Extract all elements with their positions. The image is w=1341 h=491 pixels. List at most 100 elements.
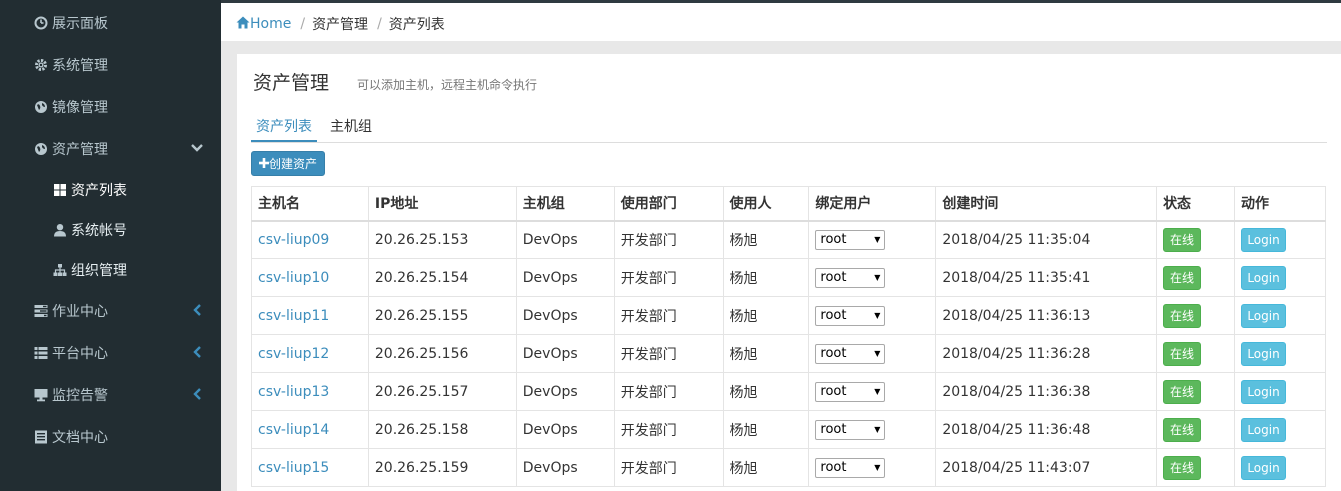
breadcrumb-home[interactable]: Home xyxy=(236,16,291,33)
status-badge: 在线 xyxy=(1163,455,1202,480)
asset-table: 主机名 IP地址 主机组 使用部门 使用人 绑定用户 创建时间 状态 动作 cs… xyxy=(251,186,1326,487)
tab-host-group[interactable]: 主机组 xyxy=(330,116,372,142)
sidebar-item-label: 系统管理 xyxy=(52,58,108,74)
cell-action: Login xyxy=(1234,296,1326,335)
sidebar-item-label: 平台中心 xyxy=(52,346,108,362)
bind-user-value: root xyxy=(820,232,847,248)
page-title: 资产管理 xyxy=(253,72,330,94)
login-button[interactable]: Login xyxy=(1241,303,1286,328)
bind-user-value: root xyxy=(820,384,847,399)
dropdown-arrow-icon: ▼ xyxy=(874,235,881,245)
hostname-link[interactable]: csv-liup13 xyxy=(258,384,329,400)
cell-ip: 20.26.25.155 xyxy=(367,296,517,335)
hostname-link[interactable]: csv-liup11 xyxy=(258,308,329,324)
cell-bind-user: root ▼ xyxy=(808,372,937,411)
hostname-link[interactable]: csv-liup09 xyxy=(258,232,329,248)
cell-status: 在线 xyxy=(1156,220,1235,259)
bind-user-select[interactable]: root ▼ xyxy=(815,343,886,364)
cell-group: DevOps xyxy=(515,258,615,297)
sidebar-item-label: 文档中心 xyxy=(52,430,108,446)
breadcrumb-separator: / xyxy=(300,16,306,32)
status-badge: 在线 xyxy=(1163,341,1202,366)
bind-user-value: root xyxy=(820,308,847,323)
sidebar-item-label: 作业中心 xyxy=(52,304,108,320)
monitor-icon xyxy=(34,388,48,402)
cell-created: 2018/04/25 11:35:04 xyxy=(935,220,1158,259)
cell-department: 开发部门 xyxy=(613,334,724,373)
status-badge: 在线 xyxy=(1163,265,1202,290)
sidebar-item-jobs[interactable]: 作业中心 xyxy=(0,290,221,332)
sidebar-item-dashboard[interactable]: 展示面板 xyxy=(0,2,221,44)
bind-user-value: root xyxy=(820,270,847,285)
table-row: csv-liup11 20.26.25.155 DevOps 开发部门 杨旭 r… xyxy=(251,296,1326,335)
sidebar-item-assets[interactable]: 资产管理 xyxy=(0,128,221,170)
sidebar-subitem-asset-list[interactable]: 资产列表 xyxy=(0,170,221,210)
bind-user-value: root xyxy=(820,460,847,475)
cell-ip: 20.26.25.156 xyxy=(367,334,517,373)
hostname-link[interactable]: csv-liup15 xyxy=(258,460,329,476)
login-button[interactable]: Login xyxy=(1241,341,1286,366)
hostname-link[interactable]: csv-liup10 xyxy=(258,270,329,286)
cell-hostname: csv-liup15 xyxy=(251,448,369,487)
hostname-link[interactable]: csv-liup12 xyxy=(258,346,329,362)
cell-user: 杨旭 xyxy=(722,220,810,259)
cell-ip: 20.26.25.157 xyxy=(367,372,517,411)
sidebar-item-docs[interactable]: 文档中心 xyxy=(0,416,221,458)
bind-user-value: root xyxy=(820,346,847,361)
main-content: 资产管理 可以添加主机，远程主机命令执行 资产列表 主机组 创建资产 主机名 I… xyxy=(237,54,1341,491)
column-header-status: 状态 xyxy=(1156,186,1235,222)
cell-action: Login xyxy=(1234,258,1326,297)
status-badge: 在线 xyxy=(1163,379,1202,404)
breadcrumb-item-current: 资产列表 xyxy=(388,17,445,33)
login-button[interactable]: Login xyxy=(1241,227,1286,252)
login-button[interactable]: Login xyxy=(1241,379,1286,404)
cell-department: 开发部门 xyxy=(613,258,724,297)
cell-user: 杨旭 xyxy=(722,410,810,449)
cell-status: 在线 xyxy=(1156,448,1235,487)
sidebar-item-monitoring[interactable]: 监控告警 xyxy=(0,374,221,416)
column-header-hostname: 主机名 xyxy=(251,186,369,222)
cell-created: 2018/04/25 11:35:41 xyxy=(935,258,1158,297)
sidebar: 展示面板 系统管理 镜像管理 资产管理 资产列表 系统帐号 组织管理 作业中心 … xyxy=(0,0,221,491)
tab-asset-list[interactable]: 资产列表 xyxy=(251,116,317,142)
sidebar-item-platform[interactable]: 平台中心 xyxy=(0,332,221,374)
cell-created: 2018/04/25 11:43:07 xyxy=(935,448,1158,487)
table-row: csv-liup10 20.26.25.154 DevOps 开发部门 杨旭 r… xyxy=(251,258,1326,297)
cell-group: DevOps xyxy=(515,296,615,335)
login-button[interactable]: Login xyxy=(1241,265,1286,290)
status-badge: 在线 xyxy=(1163,303,1202,328)
login-button[interactable]: Login xyxy=(1241,417,1286,442)
cell-department: 开发部门 xyxy=(613,372,724,411)
column-header-department: 使用部门 xyxy=(613,186,724,222)
cell-status: 在线 xyxy=(1156,258,1235,297)
breadcrumb-item[interactable]: 资产管理 xyxy=(312,14,368,34)
sidebar-item-label: 资产管理 xyxy=(52,142,108,158)
login-button[interactable]: Login xyxy=(1241,455,1286,480)
cell-group: DevOps xyxy=(515,410,615,449)
sidebar-item-images[interactable]: 镜像管理 xyxy=(0,86,221,128)
bind-user-select[interactable]: root ▼ xyxy=(815,305,886,326)
cell-ip: 20.26.25.154 xyxy=(367,258,517,297)
dashboard-icon xyxy=(34,16,48,30)
dropdown-arrow-icon: ▼ xyxy=(874,349,881,358)
tab-bar: 资产列表 主机组 xyxy=(251,114,1327,143)
cell-department: 开发部门 xyxy=(613,410,724,449)
cell-hostname: csv-liup09 xyxy=(251,220,369,259)
cell-user: 杨旭 xyxy=(722,372,810,411)
bind-user-select[interactable]: root ▼ xyxy=(815,457,886,478)
home-icon xyxy=(236,16,250,33)
create-asset-button[interactable]: 创建资产 xyxy=(251,151,325,176)
sidebar-subitem-organization[interactable]: 组织管理 xyxy=(0,250,221,290)
cell-bind-user: root ▼ xyxy=(808,334,937,373)
gear-icon xyxy=(34,58,48,72)
sidebar-item-system[interactable]: 系统管理 xyxy=(0,44,221,86)
bind-user-select[interactable]: root ▼ xyxy=(815,381,886,402)
cell-created: 2018/04/25 11:36:38 xyxy=(935,372,1158,411)
bind-user-select[interactable]: root ▼ xyxy=(815,229,886,250)
sidebar-subitem-label: 资产列表 xyxy=(71,183,127,199)
sidebar-subitem-system-accounts[interactable]: 系统帐号 xyxy=(0,210,221,250)
hostname-link[interactable]: csv-liup14 xyxy=(258,422,329,438)
cell-hostname: csv-liup12 xyxy=(251,334,369,373)
bind-user-select[interactable]: root ▼ xyxy=(815,267,886,288)
bind-user-select[interactable]: root ▼ xyxy=(815,419,886,440)
